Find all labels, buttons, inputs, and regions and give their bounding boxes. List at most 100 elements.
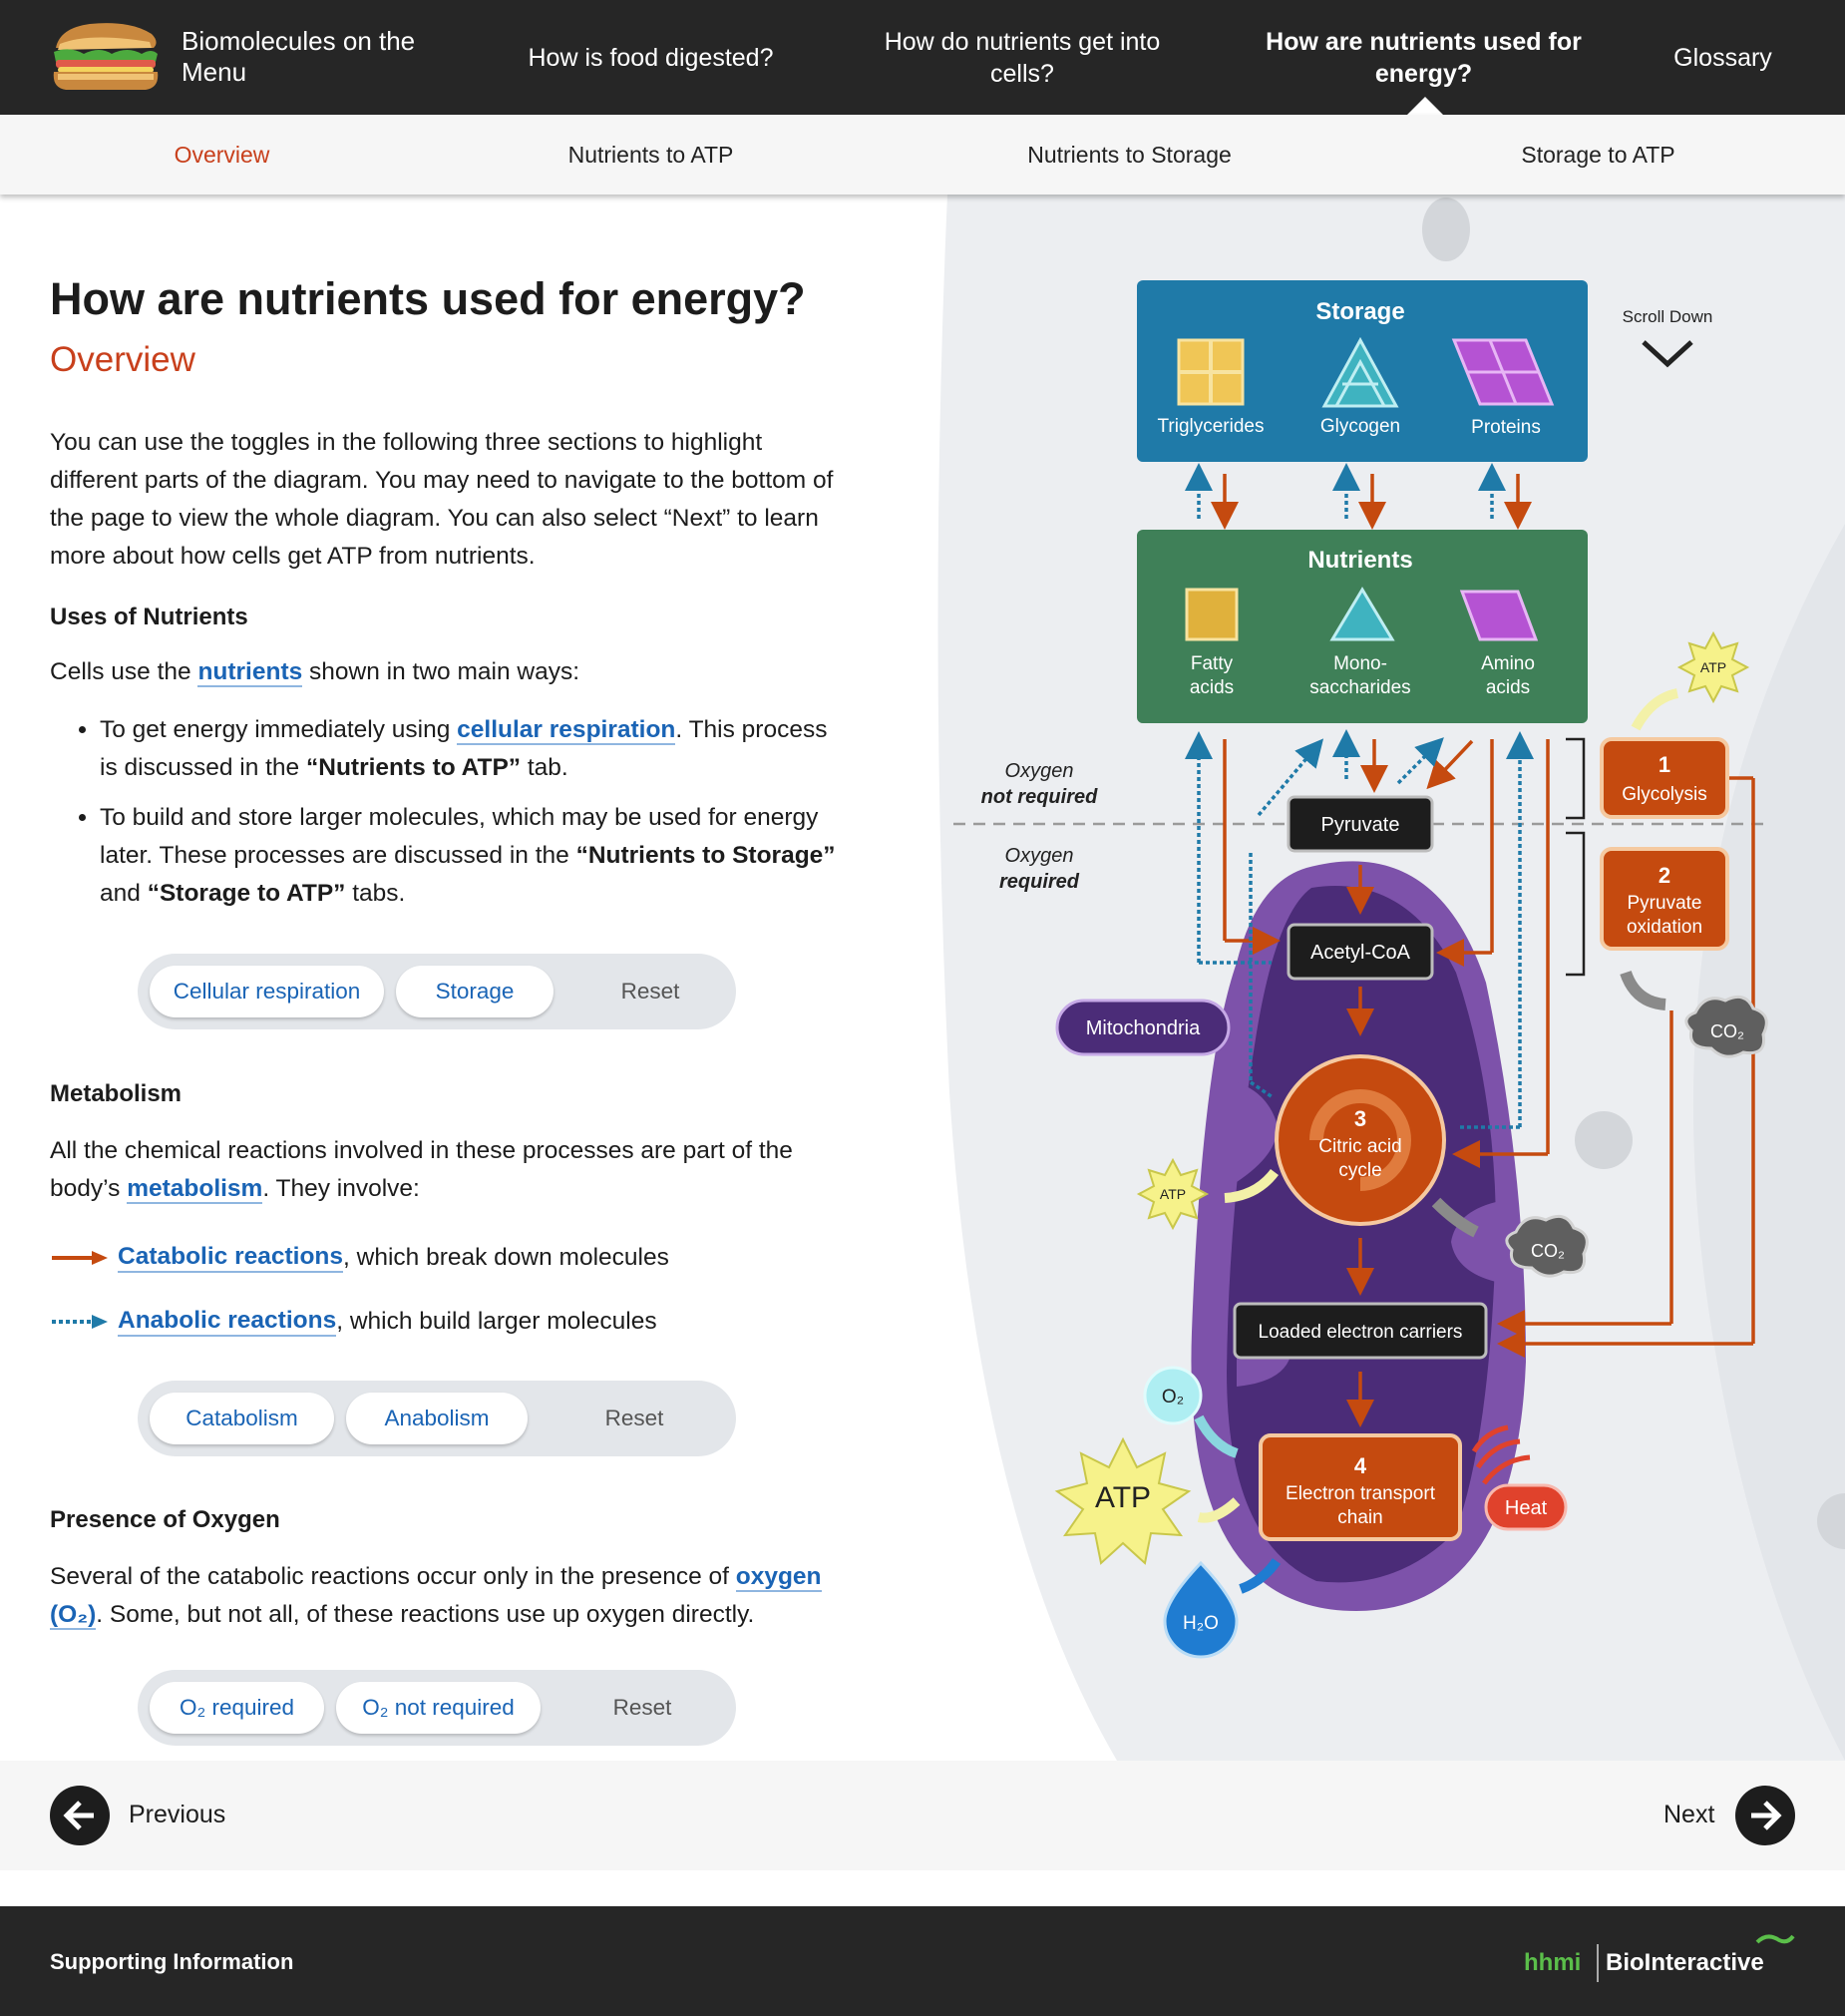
svg-text:CO₂: CO₂ xyxy=(1531,1241,1565,1261)
uses-toggle-group: Cellular respiration Storage Reset xyxy=(138,954,736,1029)
previous-label[interactable]: Previous xyxy=(129,1801,225,1829)
o2-required-toggle[interactable]: O₂ required xyxy=(150,1682,324,1734)
supporting-information-link[interactable]: Supporting Information xyxy=(50,1949,293,1975)
cellular-respiration-toggle[interactable]: Cellular respiration xyxy=(150,966,384,1017)
arrow-left-icon xyxy=(63,1801,94,1830)
biointeractive-logo[interactable]: BioInteractive xyxy=(1606,1949,1764,1977)
page-title: How are nutrients used for energy? xyxy=(50,273,806,324)
svg-text:Acetyl-CoA: Acetyl-CoA xyxy=(1310,942,1411,964)
svg-text:1: 1 xyxy=(1659,752,1670,777)
svg-text:Fatty: Fatty xyxy=(1191,653,1234,674)
lizard-logo-icon xyxy=(1755,1934,1795,1944)
tab-nutrients-to-storage[interactable]: Nutrients to Storage xyxy=(1007,115,1252,195)
svg-text:Oxygen: Oxygen xyxy=(1005,845,1074,867)
svg-text:CO₂: CO₂ xyxy=(1710,1021,1744,1041)
list-item: To get energy immediately using cellular… xyxy=(100,711,838,787)
oxygen-lead: Several of the catabolic reactions occur… xyxy=(50,1563,822,1630)
fatty-acids-icon xyxy=(1185,588,1239,641)
svg-text:ATP: ATP xyxy=(1160,1186,1186,1202)
svg-text:acids: acids xyxy=(1190,677,1234,698)
svg-text:Oxygen: Oxygen xyxy=(1005,760,1074,782)
next-button[interactable] xyxy=(1735,1786,1795,1845)
tab-storage-to-atp[interactable]: Storage to ATP xyxy=(1506,115,1690,195)
o2-not-required-toggle[interactable]: O₂ not required xyxy=(336,1682,541,1734)
svg-text:cycle: cycle xyxy=(1338,1160,1381,1181)
uses-reset-button[interactable]: Reset xyxy=(565,979,735,1005)
content-panel: How are nutrients used for energy? Overv… xyxy=(50,195,838,925)
svg-text:H₂O: H₂O xyxy=(1183,1613,1219,1634)
svg-text:Nutrients: Nutrients xyxy=(1307,547,1412,574)
sub-nav: Overview Nutrients to ATP Nutrients to S… xyxy=(0,115,1845,195)
glycogen-label: Glycogen xyxy=(1320,416,1400,437)
triglycerides-label: Triglycerides xyxy=(1158,416,1265,437)
anabolism-toggle[interactable]: Anabolism xyxy=(346,1393,528,1444)
page-footer-nav: Previous Next xyxy=(0,1761,1845,1870)
svg-text:ATP: ATP xyxy=(1700,659,1726,675)
metabolism-reset-button[interactable]: Reset xyxy=(540,1406,729,1431)
hhmi-logo[interactable]: hhmi xyxy=(1524,1949,1581,1977)
catabolic-link[interactable]: Catabolic reactions xyxy=(118,1243,344,1273)
metabolism-heading: Metabolism xyxy=(50,1080,183,1107)
triglycerides-icon xyxy=(1177,338,1245,406)
tab-overview[interactable]: Overview xyxy=(150,115,294,195)
catabolic-legend: Catabolic reactions, which break down mo… xyxy=(50,1243,669,1273)
svg-text:O₂: O₂ xyxy=(1162,1387,1184,1408)
svg-text:oxidation: oxidation xyxy=(1627,917,1702,938)
svg-text:Citric acid: Citric acid xyxy=(1318,1136,1401,1157)
svg-text:Mono-: Mono- xyxy=(1333,653,1387,674)
page-subtitle: Overview xyxy=(50,340,195,379)
cellular-respiration-link[interactable]: cellular respiration xyxy=(457,716,676,745)
storage-toggle[interactable]: Storage xyxy=(396,966,554,1017)
next-label[interactable]: Next xyxy=(1663,1801,1714,1829)
nav-food-digested[interactable]: How is food digested? xyxy=(514,0,788,115)
anabolic-link[interactable]: Anabolic reactions xyxy=(118,1307,337,1337)
metabolism-section: Metabolism All the chemical reactions in… xyxy=(50,1080,848,1208)
svg-text:Loaded electron carriers: Loaded electron carriers xyxy=(1259,1322,1463,1343)
svg-text:Mitochondria: Mitochondria xyxy=(1086,1017,1201,1039)
scroll-down-label[interactable]: Scroll Down xyxy=(1623,307,1713,326)
glycolysis-node[interactable] xyxy=(1600,737,1729,819)
oxygen-toggle-group: O₂ required O₂ not required Reset xyxy=(138,1670,736,1746)
uses-lead: Cells use the nutrients shown in two mai… xyxy=(50,658,580,687)
svg-text:3: 3 xyxy=(1354,1106,1366,1131)
svg-text:chain: chain xyxy=(1337,1507,1382,1528)
metabolism-link[interactable]: metabolism xyxy=(127,1175,263,1204)
brand-title: Biomolecules on the Menu xyxy=(182,26,416,87)
uses-list: To get energy immediately using cellular… xyxy=(50,711,838,913)
list-item: To build and store larger molecules, whi… xyxy=(100,799,838,913)
svg-text:ATP: ATP xyxy=(1095,1481,1151,1514)
oxygen-heading: Presence of Oxygen xyxy=(50,1506,280,1533)
svg-text:4: 4 xyxy=(1354,1453,1367,1478)
brand[interactable]: Biomolecules on the Menu xyxy=(50,18,441,96)
atp-glycolysis-star: ATP xyxy=(1676,630,1750,704)
tab-nutrients-to-atp[interactable]: Nutrients to ATP xyxy=(539,115,763,195)
site-footer: Supporting Information hhmi BioInteracti… xyxy=(0,1906,1845,2016)
top-nav: Biomolecules on the Menu How is food dig… xyxy=(0,0,1845,115)
oxygen-reset-button[interactable]: Reset xyxy=(553,1695,732,1721)
svg-text:Heat: Heat xyxy=(1505,1497,1548,1519)
svg-text:Storage: Storage xyxy=(1315,298,1404,325)
svg-text:Pyruvate: Pyruvate xyxy=(1321,814,1400,836)
proteins-label: Proteins xyxy=(1471,417,1541,438)
svg-text:Electron transport: Electron transport xyxy=(1286,1483,1436,1504)
metabolism-toggle-group: Catabolism Anabolism Reset xyxy=(138,1381,736,1456)
catabolic-arrow-icon xyxy=(52,1251,108,1265)
svg-text:not required: not required xyxy=(981,786,1098,808)
anabolic-arrow-icon xyxy=(52,1315,108,1329)
svg-text:Amino: Amino xyxy=(1481,653,1535,674)
sandwich-logo-icon xyxy=(53,23,159,90)
catabolism-toggle[interactable]: Catabolism xyxy=(150,1393,334,1444)
nutrients-link[interactable]: nutrients xyxy=(197,658,303,687)
nav-glossary[interactable]: Glossary xyxy=(1656,0,1790,115)
uses-heading: Uses of Nutrients xyxy=(50,604,248,630)
svg-text:acids: acids xyxy=(1486,677,1530,698)
energy-diagram: Scroll Down Storage Triglycerides Glycog… xyxy=(937,195,1845,1761)
svg-text:2: 2 xyxy=(1659,863,1670,888)
previous-button[interactable] xyxy=(50,1786,110,1845)
nav-nutrients-cells[interactable]: How do nutrients get into cells? xyxy=(863,0,1182,115)
svg-text:required: required xyxy=(999,871,1080,893)
arrow-right-icon xyxy=(1751,1801,1782,1830)
anabolic-legend: Anabolic reactions, which build larger m… xyxy=(50,1307,657,1337)
svg-text:Pyruvate: Pyruvate xyxy=(1628,893,1702,914)
atp-citric-star: ATP xyxy=(1136,1157,1210,1231)
